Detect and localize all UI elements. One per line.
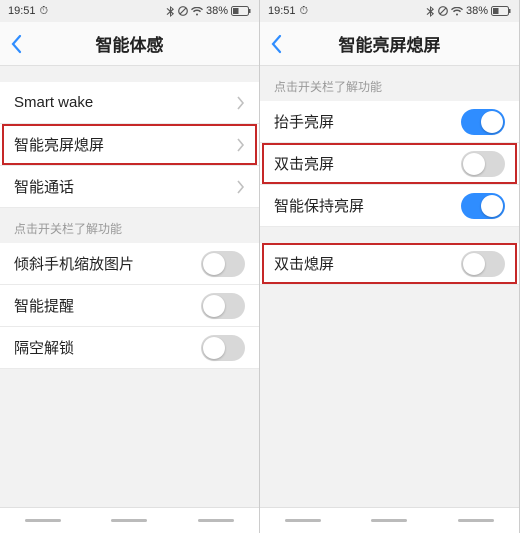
row-label: 隔空解锁 [14,337,201,358]
section-header: 点击开关栏了解功能 [260,66,519,101]
row-tilt-zoom[interactable]: 倾斜手机缩放图片 [0,243,259,285]
softkeys [0,507,259,533]
row-label: 智能保持亮屏 [274,195,461,216]
toggle-tilt-zoom[interactable] [201,251,245,277]
row-label: 双击亮屏 [274,153,461,174]
content-left: Smart wake 智能亮屏熄屏 智能通话 点击开关栏了解功能 倾斜手机缩放图… [0,66,259,507]
row-label: 智能提醒 [14,295,201,316]
phone-right: 19:51 ⏱ 38% 智能亮屏熄屏 点击开关栏了解功能 抬 [260,0,520,533]
softkey-recent[interactable] [25,519,61,522]
toggle-raise-wake[interactable] [461,109,505,135]
softkey-back[interactable] [198,519,234,522]
dnd-icon [178,5,188,17]
nav-bar: 智能体感 [0,22,259,66]
softkey-recent[interactable] [285,519,321,522]
back-button[interactable] [270,34,282,54]
battery-pct: 38% [206,5,228,17]
row-label: 抬手亮屏 [274,111,461,132]
section-header: 点击开关栏了解功能 [0,208,259,243]
battery-icon [491,5,511,17]
row-raise-wake[interactable]: 抬手亮屏 [260,101,519,143]
row-smart-call[interactable]: 智能通话 [0,166,259,208]
row-label: 智能亮屏熄屏 [14,134,237,155]
softkeys [260,507,519,533]
status-alarm-icon: ⏱ [40,5,49,18]
row-label: 智能通话 [14,176,237,197]
toggle-double-tap-wake[interactable] [461,151,505,177]
softkey-home[interactable] [111,519,147,522]
row-double-tap-wake[interactable]: 双击亮屏 [260,143,519,185]
dnd-icon [438,5,448,17]
page-title: 智能体感 [96,31,164,56]
wifi-icon [451,5,463,17]
status-time: 19:51 [8,5,36,17]
back-button[interactable] [10,34,22,54]
toggle-air-unlock[interactable] [201,335,245,361]
nav-bar: 智能亮屏熄屏 [260,22,519,66]
status-bar: 19:51 ⏱ 38% [0,0,259,22]
phone-left: 19:51 ⏱ 38% 智能体感 Smart wake [0,0,260,533]
row-smart-stay[interactable]: 智能保持亮屏 [260,185,519,227]
row-smart-screen[interactable]: 智能亮屏熄屏 [0,124,259,166]
row-air-unlock[interactable]: 隔空解锁 [0,327,259,369]
wifi-icon [191,5,203,17]
toggle-smart-stay[interactable] [461,193,505,219]
content-right: 点击开关栏了解功能 抬手亮屏 双击亮屏 智能保持亮屏 双击熄屏 [260,66,519,507]
battery-pct: 38% [466,5,488,17]
battery-icon [231,5,251,17]
status-time: 19:51 [268,5,296,17]
status-alarm-icon: ⏱ [300,5,309,18]
status-bar: 19:51 ⏱ 38% [260,0,519,22]
chevron-right-icon [237,138,245,152]
chevron-right-icon [237,180,245,194]
row-smart-remind[interactable]: 智能提醒 [0,285,259,327]
page-title: 智能亮屏熄屏 [339,31,441,56]
row-label: 倾斜手机缩放图片 [14,253,201,274]
chevron-right-icon [237,96,245,110]
toggle-smart-remind[interactable] [201,293,245,319]
row-smart-wake[interactable]: Smart wake [0,82,259,124]
bluetooth-icon [426,5,435,17]
bluetooth-icon [166,5,175,17]
softkey-home[interactable] [371,519,407,522]
row-label: Smart wake [14,94,237,111]
softkey-back[interactable] [458,519,494,522]
row-double-tap-sleep[interactable]: 双击熄屏 [260,243,519,285]
row-label: 双击熄屏 [274,253,461,274]
toggle-double-tap-sleep[interactable] [461,251,505,277]
